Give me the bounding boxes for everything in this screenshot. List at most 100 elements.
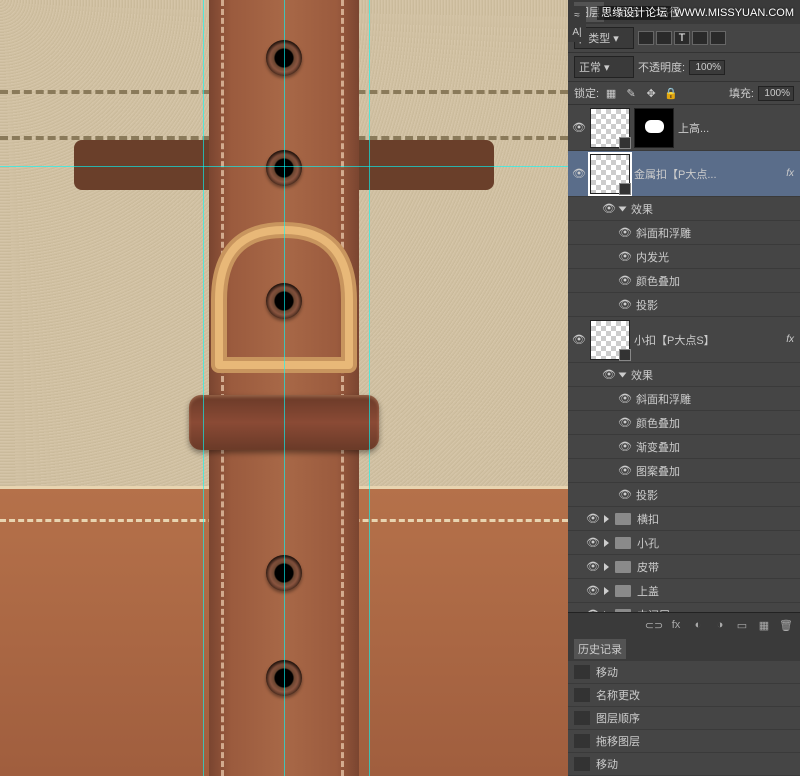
- filter-type-icons[interactable]: T: [638, 31, 726, 45]
- visibility-toggle[interactable]: 👁: [618, 298, 632, 311]
- lock-row: 锁定: ▦ ✎ ✥ 🔒 填充: 100%: [568, 82, 800, 105]
- guide-vertical[interactable]: [284, 0, 285, 776]
- fx-badge[interactable]: fx: [786, 168, 796, 179]
- visibility-toggle[interactable]: 👁: [618, 392, 632, 405]
- fill-input[interactable]: 100%: [758, 86, 794, 101]
- blend-row: 正常 ▾ 不透明度: 100%: [568, 53, 800, 82]
- layer-name[interactable]: 上高...: [678, 120, 796, 136]
- visibility-toggle[interactable]: 👁: [572, 333, 586, 346]
- layer-name[interactable]: 小扣【P大点S】: [634, 332, 782, 348]
- delete-layer-icon[interactable]: 🗑: [778, 617, 794, 633]
- effect-row[interactable]: 👁颜色叠加: [568, 411, 800, 435]
- layer-mask-icon[interactable]: ◐: [690, 617, 706, 633]
- disclosure-icon[interactable]: [619, 372, 627, 377]
- visibility-toggle[interactable]: 👁: [586, 536, 600, 549]
- effect-row[interactable]: 👁图案叠加: [568, 459, 800, 483]
- layer-thumb[interactable]: [590, 320, 630, 360]
- lock-position-icon[interactable]: ✥: [643, 85, 659, 101]
- group-row[interactable]: 👁上盖: [568, 579, 800, 603]
- effect-row[interactable]: 👁投影: [568, 293, 800, 317]
- disclosure-icon[interactable]: [619, 206, 627, 211]
- visibility-toggle[interactable]: 👁: [586, 584, 600, 597]
- collapsed-panels[interactable]: ≈ A|: [568, 6, 586, 42]
- effect-row[interactable]: 👁斜面和浮雕: [568, 387, 800, 411]
- group-row[interactable]: 👁中间层: [568, 603, 800, 612]
- layers-list[interactable]: 👁 上高... 👁 金属扣【P大点... fx 👁效果 👁斜面和浮雕 👁内发光 …: [568, 105, 800, 612]
- effect-row[interactable]: 👁投影: [568, 483, 800, 507]
- panel-icon[interactable]: A|: [572, 27, 581, 38]
- history-row[interactable]: 移动: [568, 661, 800, 684]
- visibility-toggle[interactable]: 👁: [586, 512, 600, 525]
- visibility-toggle[interactable]: 👁: [572, 121, 586, 134]
- layer-mask-thumb[interactable]: [634, 108, 674, 148]
- blend-mode-dropdown[interactable]: 正常 ▾: [574, 56, 634, 78]
- history-row[interactable]: 图层顺序: [568, 707, 800, 730]
- group-row[interactable]: 👁小孔: [568, 531, 800, 555]
- effects-header[interactable]: 👁效果: [568, 363, 800, 387]
- history-tabs: 历史记录: [568, 637, 800, 661]
- visibility-toggle[interactable]: 👁: [586, 560, 600, 573]
- layers-panel: 图层 通道 路径 ρ 类型 ▾ T 正常 ▾ 不透明度: 100% 锁定: ▦ …: [568, 0, 800, 776]
- effect-row[interactable]: 👁内发光: [568, 245, 800, 269]
- opacity-input[interactable]: 100%: [689, 60, 725, 75]
- visibility-toggle[interactable]: 👁: [618, 440, 632, 453]
- effects-header[interactable]: 👁效果: [568, 197, 800, 221]
- new-group-icon[interactable]: ▭: [734, 617, 750, 633]
- visibility-toggle[interactable]: 👁: [618, 416, 632, 429]
- layer-row[interactable]: 👁 金属扣【P大点... fx: [568, 151, 800, 197]
- history-step-icon: [574, 665, 590, 679]
- opacity-label: 不透明度:: [638, 59, 685, 75]
- visibility-toggle[interactable]: 👁: [572, 167, 586, 180]
- effect-row[interactable]: 👁渐变叠加: [568, 435, 800, 459]
- folder-icon: [615, 561, 631, 573]
- history-step-icon: [574, 757, 590, 771]
- group-row[interactable]: 👁横扣: [568, 507, 800, 531]
- lock-pixels-icon[interactable]: ✎: [623, 85, 639, 101]
- new-layer-icon[interactable]: ▦: [756, 617, 772, 633]
- fill-label: 填充:: [729, 85, 754, 101]
- visibility-toggle[interactable]: 👁: [602, 202, 616, 215]
- layer-thumb[interactable]: [590, 154, 630, 194]
- folder-icon: [615, 585, 631, 597]
- history-row[interactable]: 名称更改: [568, 684, 800, 707]
- disclosure-icon[interactable]: [604, 587, 609, 595]
- filter-row: ρ 类型 ▾ T: [568, 24, 800, 53]
- link-layers-icon[interactable]: ⊂⊃: [646, 617, 662, 633]
- visibility-toggle[interactable]: 👁: [602, 368, 616, 381]
- visibility-toggle[interactable]: 👁: [618, 464, 632, 477]
- layer-style-icon[interactable]: fx: [668, 617, 684, 633]
- guide-vertical[interactable]: [203, 0, 204, 776]
- layer-row[interactable]: 👁 小扣【P大点S】 fx: [568, 317, 800, 363]
- effect-row[interactable]: 👁颜色叠加: [568, 269, 800, 293]
- layer-thumb[interactable]: [590, 108, 630, 148]
- fx-badge[interactable]: fx: [786, 334, 796, 345]
- visibility-toggle[interactable]: 👁: [618, 274, 632, 287]
- layers-footer: ⊂⊃ fx ◐ ◑ ▭ ▦ 🗑: [568, 612, 800, 637]
- visibility-toggle[interactable]: 👁: [618, 250, 632, 263]
- lock-transparency-icon[interactable]: ▦: [603, 85, 619, 101]
- visibility-toggle[interactable]: 👁: [618, 226, 632, 239]
- history-step-icon: [574, 734, 590, 748]
- history-row[interactable]: 拖移图层: [568, 730, 800, 753]
- guide-horizontal[interactable]: [0, 166, 568, 167]
- tab-history[interactable]: 历史记录: [574, 639, 626, 659]
- disclosure-icon[interactable]: [604, 563, 609, 571]
- layer-row[interactable]: 👁 上高...: [568, 105, 800, 151]
- history-row[interactable]: 移动: [568, 753, 800, 776]
- lock-label: 锁定:: [574, 85, 599, 101]
- disclosure-icon[interactable]: [604, 515, 609, 523]
- folder-icon: [615, 513, 631, 525]
- history-panel: 历史记录 移动 名称更改 图层顺序 拖移图层 移动: [568, 637, 800, 776]
- guide-vertical[interactable]: [369, 0, 370, 776]
- history-step-icon: [574, 688, 590, 702]
- panel-icon[interactable]: ≈: [574, 10, 580, 21]
- lock-all-icon[interactable]: 🔒: [663, 85, 679, 101]
- chevron-down-icon: ▾: [604, 61, 610, 74]
- canvas[interactable]: [0, 0, 568, 776]
- group-row[interactable]: 👁皮带: [568, 555, 800, 579]
- adjustment-layer-icon[interactable]: ◑: [712, 617, 728, 633]
- effect-row[interactable]: 👁斜面和浮雕: [568, 221, 800, 245]
- visibility-toggle[interactable]: 👁: [618, 488, 632, 501]
- layer-name[interactable]: 金属扣【P大点...: [634, 166, 782, 182]
- disclosure-icon[interactable]: [604, 539, 609, 547]
